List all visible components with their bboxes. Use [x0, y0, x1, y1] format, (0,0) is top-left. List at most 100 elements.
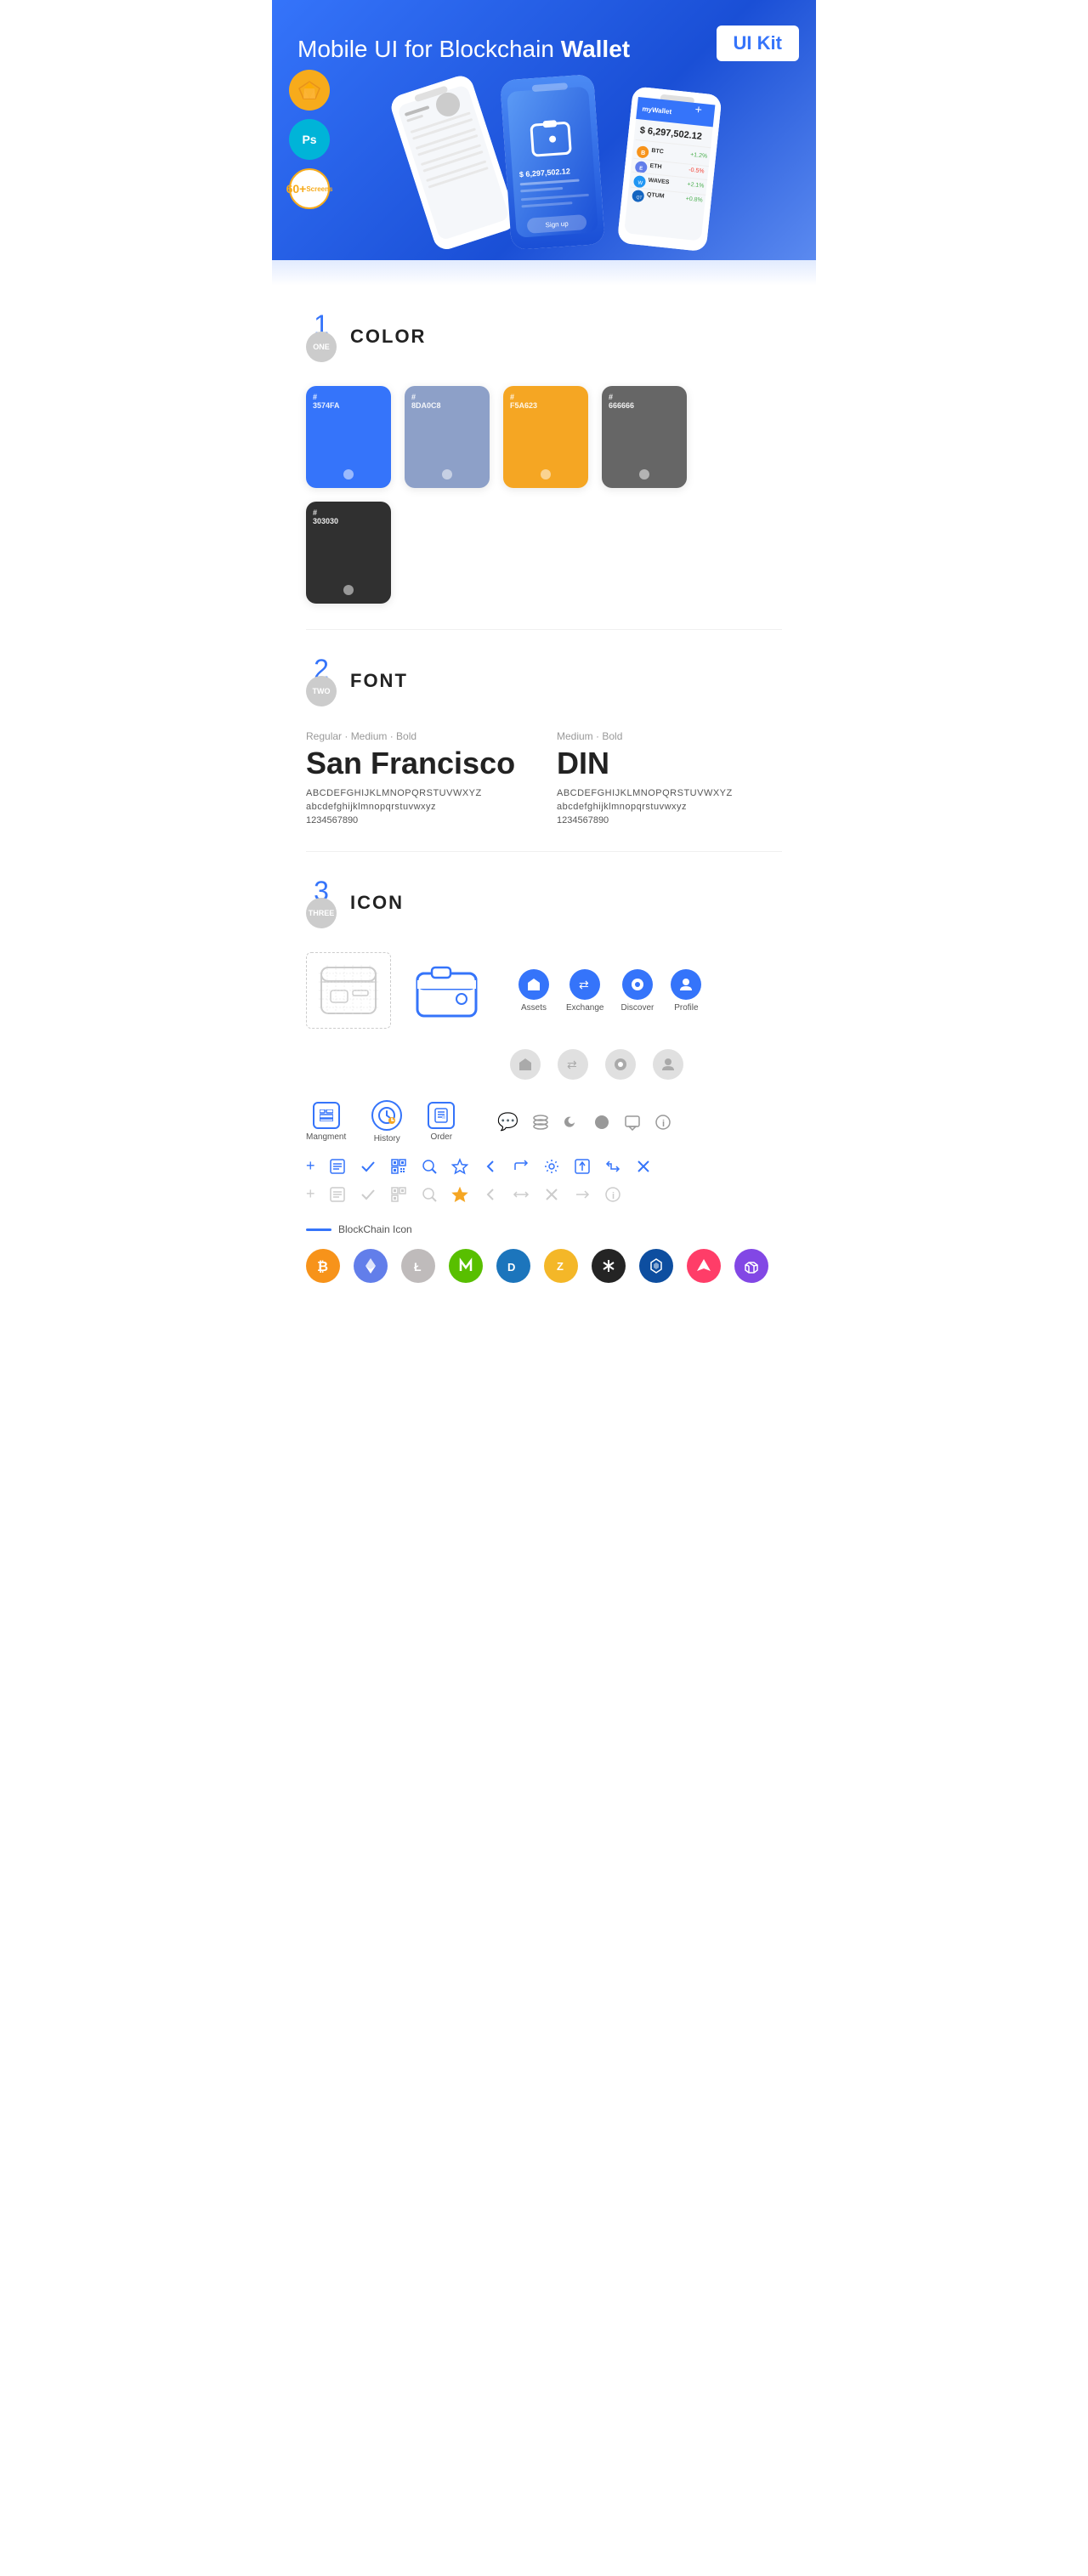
- font-grid: Regular · Medium · Bold San Francisco AB…: [306, 730, 782, 826]
- exchange-icon-gray: ⇄: [558, 1049, 588, 1080]
- font-title: FONT: [350, 670, 408, 692]
- section-sublabel-3: THREE: [306, 898, 337, 928]
- font-section-header: 2 TWO FONT: [306, 655, 782, 706]
- polygon-icon: [734, 1249, 768, 1283]
- list-icon-gray: [329, 1186, 346, 1203]
- swatch-dot: [639, 469, 649, 479]
- mangment-icon: [313, 1102, 340, 1129]
- swatch-dot: [541, 469, 551, 479]
- svg-text:i: i: [662, 1119, 665, 1129]
- moon-icon: [563, 1114, 580, 1131]
- svg-text:BTC: BTC: [651, 148, 664, 155]
- din-lower: abcdefghijklmnopqrstuvwxyz: [557, 802, 782, 812]
- color-section-header: 1 ONE COLOR: [306, 311, 782, 362]
- font-din: Medium · Bold DIN ABCDEFGHIJKLMNOPQRSTUV…: [557, 730, 782, 826]
- svg-text:QT: QT: [636, 196, 643, 201]
- sf-numbers: 1234567890: [306, 815, 531, 826]
- svg-text:ETH: ETH: [649, 163, 662, 170]
- svg-text:B: B: [641, 150, 646, 156]
- sf-weights: Regular · Medium · Bold: [306, 730, 531, 742]
- din-weights: Medium · Bold: [557, 730, 782, 742]
- search-icon: [421, 1158, 438, 1175]
- litecoin-icon: Ł: [401, 1249, 435, 1283]
- bitcoin-icon: ₿: [306, 1249, 340, 1283]
- chevron-left-icon-gray: [482, 1186, 499, 1203]
- close-icon-gray: [543, 1186, 560, 1203]
- section-sublabel: ONE: [306, 332, 337, 362]
- history-label: History: [374, 1134, 400, 1143]
- section-num-3: 3 THREE: [306, 877, 337, 928]
- discover-icon: [622, 969, 653, 1000]
- nav-icon-assets: Assets: [518, 969, 549, 1013]
- nav-icon-exchange: ⇄ Exchange: [566, 969, 604, 1013]
- font-section: 2 TWO FONT Regular · Medium · Bold San F…: [272, 630, 816, 851]
- svg-text:D: D: [507, 1261, 515, 1274]
- assets-label: Assets: [521, 1003, 547, 1013]
- discover-icon-gray: [605, 1049, 636, 1080]
- sf-name: San Francisco: [306, 746, 531, 781]
- swatch-blue: #3574FA: [306, 386, 391, 488]
- app-icon-order: Order: [428, 1102, 455, 1142]
- star-icon: [451, 1158, 468, 1175]
- chevron-left-icon: [482, 1158, 499, 1175]
- blockchain-label-text: BlockChain Icon: [338, 1223, 412, 1235]
- swatch-dot: [343, 469, 354, 479]
- din-name: DIN: [557, 746, 782, 781]
- app-icon-mangment: Mangment: [306, 1102, 346, 1142]
- iota-icon: [592, 1249, 626, 1283]
- svg-text:₿: ₿: [317, 1259, 328, 1274]
- svg-text:Ł: Ł: [414, 1260, 422, 1274]
- wallet-filled-svg: [415, 963, 479, 1018]
- icon-wireframe-svg: [319, 965, 378, 1016]
- arrow-right-icon-gray: [574, 1186, 591, 1203]
- hero-section: Mobile UI for Blockchain Wallet UI Kit P…: [272, 0, 816, 260]
- svg-text:W: W: [638, 181, 643, 187]
- svg-text:+: +: [694, 102, 703, 116]
- tool-icons-active-row: +: [306, 1157, 782, 1175]
- profile-icon: [671, 969, 701, 1000]
- phone-mockups-area: $ 6,297,502.12 Sign up myWallet +: [298, 73, 790, 260]
- star-filled-icon: [451, 1186, 468, 1203]
- arrows-icon-gray: [513, 1186, 530, 1203]
- close-icon: [635, 1158, 652, 1175]
- neo-icon: [449, 1249, 483, 1283]
- color-section: 1 ONE COLOR #3574FA #8DA0C8 #F5A623 #666…: [272, 286, 816, 629]
- plus-icon-gray: +: [306, 1185, 315, 1203]
- plus-icon: +: [306, 1157, 315, 1175]
- icon-title: ICON: [350, 892, 404, 914]
- blockchain-label-row: BlockChain Icon: [306, 1223, 782, 1235]
- chat-icon: 💬: [497, 1111, 518, 1132]
- section-num-2: 2 TWO: [306, 655, 337, 706]
- icon-wireframe-container: [306, 952, 391, 1029]
- ethereum-icon: [354, 1249, 388, 1283]
- share-icon: [513, 1158, 530, 1175]
- check-icon: [360, 1158, 377, 1175]
- svg-text:Sign up: Sign up: [545, 220, 569, 230]
- exchange-label: Exchange: [566, 1003, 604, 1013]
- icon-wallet-filled-container: [408, 956, 484, 1024]
- message-icon: [624, 1114, 641, 1131]
- din-numbers: 1234567890: [557, 815, 782, 826]
- dash-icon: D: [496, 1249, 530, 1283]
- hero-title-bold: Wallet: [561, 36, 630, 62]
- transfer-icon: [604, 1158, 621, 1175]
- mangment-label: Mangment: [306, 1132, 346, 1142]
- swatch-slate: #8DA0C8: [405, 386, 490, 488]
- din-upper: ABCDEFGHIJKLMNOPQRSTUVWXYZ: [557, 788, 782, 798]
- qr-icon: [390, 1158, 407, 1175]
- stack-icon: [532, 1114, 549, 1131]
- section-sublabel-2: TWO: [306, 676, 337, 706]
- swatch-orange: #F5A623: [503, 386, 588, 488]
- misc-icons-row: 💬 i: [497, 1111, 672, 1132]
- section-num-1: 1 ONE: [306, 311, 337, 362]
- check-icon-gray: [360, 1186, 377, 1203]
- svg-text:⇄: ⇄: [579, 978, 589, 991]
- nav-icon-profile: Profile: [671, 969, 701, 1013]
- search-icon-gray: [421, 1186, 438, 1203]
- swatch-dot: [442, 469, 452, 479]
- order-icon: [428, 1102, 455, 1129]
- order-label: Order: [430, 1132, 452, 1142]
- color-swatches-container: #3574FA #8DA0C8 #F5A623 #666666 #303030: [306, 386, 782, 604]
- color-title: COLOR: [350, 326, 426, 348]
- font-sf: Regular · Medium · Bold San Francisco AB…: [306, 730, 531, 826]
